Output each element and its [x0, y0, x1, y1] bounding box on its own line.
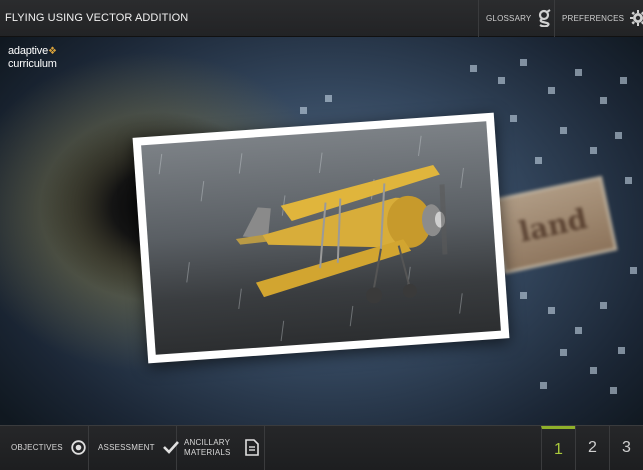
biplane-illustration: [141, 121, 501, 355]
target-icon: [71, 439, 86, 457]
page-2-button[interactable]: 2: [575, 426, 609, 470]
objectives-label: OBJECTIVES: [11, 443, 63, 452]
ancillary-label-line-1: ANCILLARY: [184, 438, 231, 447]
lesson-stage: adaptive❖ curriculum land: [0, 37, 643, 425]
objectives-button[interactable]: OBJECTIVES: [0, 426, 89, 470]
glossary-button[interactable]: GLOSSARY: [478, 0, 554, 37]
background-sign-text: land: [515, 201, 591, 249]
ancillary-materials-button[interactable]: ANCILLARY MATERIALS: [177, 426, 265, 470]
glossary-label: GLOSSARY: [486, 14, 532, 23]
background-sign: land: [488, 175, 618, 275]
preferences-button[interactable]: PREFERENCES: [554, 0, 643, 37]
assessment-button[interactable]: ASSESSMENT: [89, 426, 179, 470]
page-3-button[interactable]: 3: [609, 426, 643, 470]
top-bar: FLYING USING VECTOR ADDITION GLOSSARY PR…: [0, 0, 643, 37]
ancillary-label-line-2: MATERIALS: [184, 448, 231, 457]
bottom-bar: OBJECTIVES ASSESSMENT ANCILLARY MATERIAL…: [0, 425, 643, 470]
lesson-title: FLYING USING VECTOR ADDITION: [5, 12, 189, 24]
document-icon: [244, 438, 259, 458]
gear-icon: [630, 9, 643, 28]
preferences-label: PREFERENCES: [562, 14, 625, 23]
page-1-button[interactable]: 1: [541, 426, 575, 470]
logo-line-2: curriculum: [8, 58, 57, 70]
biplane-photo: [132, 112, 510, 364]
ancillary-label: ANCILLARY MATERIALS: [184, 438, 231, 458]
adaptive-curriculum-logo: adaptive❖ curriculum: [8, 45, 57, 70]
logo-mark-icon: ❖: [48, 46, 57, 57]
glossary-g-icon: [537, 8, 552, 29]
assessment-label: ASSESSMENT: [98, 443, 155, 452]
logo-line-1: adaptive: [8, 45, 48, 57]
